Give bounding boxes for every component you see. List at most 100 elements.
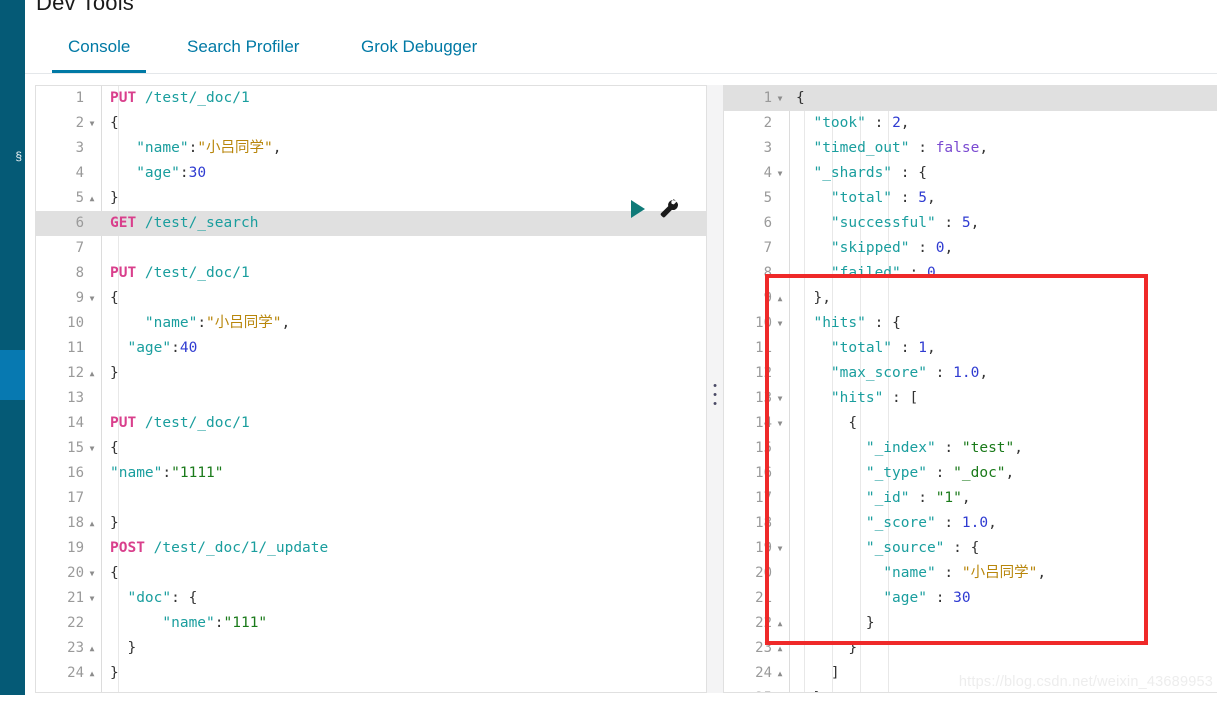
line-number: 3: [763, 140, 772, 156]
code-line[interactable]: 8 "failed" : 0: [724, 261, 1217, 286]
code-text: "hits" : [: [830, 390, 919, 406]
tab-search-profiler[interactable]: Search Profiler: [171, 22, 315, 73]
code-line[interactable]: 2 "took" : 2,: [724, 111, 1217, 136]
code-text: "total" : 1,: [830, 340, 936, 356]
fold-down-icon[interactable]: ▼: [86, 111, 98, 137]
code-line[interactable]: 19 ▼ "_source" : {: [724, 536, 1217, 561]
line-number: 16: [67, 465, 84, 481]
code-line[interactable]: 10 "name":"小吕同学",: [36, 311, 706, 336]
tab-grok-debugger[interactable]: Grok Debugger: [345, 22, 493, 73]
code-text: {: [796, 90, 805, 106]
code-text: "doc": {: [127, 590, 198, 606]
code-line[interactable]: 2 ▼ {: [36, 111, 706, 136]
play-icon[interactable]: [631, 200, 645, 218]
fold-up-icon[interactable]: ▲: [774, 611, 786, 637]
code-line[interactable]: 15 ▼ {: [36, 436, 706, 461]
code-text: "age":40: [127, 340, 198, 356]
fold-up-icon[interactable]: ▲: [86, 636, 98, 662]
code-line[interactable]: 14 ▼ {: [724, 411, 1217, 436]
fold-up-icon[interactable]: ▲: [86, 661, 98, 687]
line-number: 2: [75, 115, 84, 131]
fold-up-icon[interactable]: ▲: [774, 286, 786, 312]
code-text: "name":"小吕同学",: [144, 315, 291, 331]
fold-down-icon[interactable]: ▼: [86, 286, 98, 312]
code-line[interactable]: 8 PUT /test/_doc/1: [36, 261, 706, 286]
code-line[interactable]: 16 "name":"1111": [36, 461, 706, 486]
code-line[interactable]: 18 ▲}: [36, 511, 706, 536]
line-number: 3: [75, 140, 84, 156]
code-line[interactable]: 7 "skipped" : 0,: [724, 236, 1217, 261]
code-line[interactable]: 18 "_score" : 1.0,: [724, 511, 1217, 536]
code-text: PUT /test/_doc/1: [110, 90, 250, 106]
code-line[interactable]: 24 ▲}: [36, 661, 706, 686]
code-line[interactable]: 21 "age" : 30: [724, 586, 1217, 611]
line-number: 7: [763, 240, 772, 256]
line-number: 6: [763, 215, 772, 231]
response-code[interactable]: 1 ▼{2 "took" : 2, 3 "timed_out" : false, 4 ▼…: [724, 86, 1217, 692]
pane-splitter[interactable]: • • •: [707, 85, 723, 693]
code-line[interactable]: 22 "name":"111": [36, 611, 706, 636]
code-line[interactable]: 22 ▲ }: [724, 611, 1217, 636]
code-line[interactable]: 17 "_id" : "1",: [724, 486, 1217, 511]
code-line[interactable]: 19 POST /test/_doc/1/_update: [36, 536, 706, 561]
code-line[interactable]: 21 ▼ "doc": {: [36, 586, 706, 611]
code-line[interactable]: 12 ▲}: [36, 361, 706, 386]
fold-down-icon[interactable]: ▼: [774, 86, 786, 112]
code-line[interactable]: 11 "total" : 1,: [724, 336, 1217, 361]
code-line[interactable]: 1 PUT /test/_doc/1: [36, 86, 706, 111]
fold-down-icon[interactable]: ▼: [86, 436, 98, 462]
code-line[interactable]: 1 ▼ {: [724, 86, 1217, 111]
fold-down-icon[interactable]: ▼: [774, 311, 786, 337]
code-text: }: [110, 515, 119, 531]
code-line[interactable]: 20 "name" : "小吕同学",: [724, 561, 1217, 586]
code-line[interactable]: 9 ▲ },: [724, 286, 1217, 311]
line-number: 18: [755, 515, 772, 531]
code-line[interactable]: 16 "_type" : "_doc",: [724, 461, 1217, 486]
line-number: 22: [67, 615, 84, 631]
line-number: 15: [755, 440, 772, 456]
code-line[interactable]: 4 "age":30: [36, 161, 706, 186]
code-line[interactable]: 13 ▼ "hits" : [: [724, 386, 1217, 411]
code-text: "_score" : 1.0,: [865, 515, 997, 531]
fold-down-icon[interactable]: ▼: [86, 561, 98, 587]
fold-up-icon[interactable]: ▲: [86, 186, 98, 212]
code-line[interactable]: 4 ▼ "_shards" : {: [724, 161, 1217, 186]
tab-console[interactable]: Console: [52, 22, 147, 73]
code-line[interactable]: 14 PUT /test/_doc/1: [36, 411, 706, 436]
code-line[interactable]: 10 ▼ "hits" : {: [724, 311, 1217, 336]
fold-down-icon[interactable]: ▼: [774, 536, 786, 562]
code-line[interactable]: 23 ▲ }: [36, 636, 706, 661]
response-editor-pane[interactable]: 1 ▼{2 "took" : 2, 3 "timed_out" : false, 4 ▼…: [723, 85, 1217, 693]
code-line[interactable]: 12 "max_score" : 1.0,: [724, 361, 1217, 386]
code-line[interactable]: 3 "timed_out" : false,: [724, 136, 1217, 161]
drag-handle-icon[interactable]: • • •: [707, 381, 723, 410]
fold-down-icon[interactable]: ▼: [774, 161, 786, 187]
fold-up-icon[interactable]: ▲: [774, 636, 786, 662]
code-line[interactable]: 23 ▲ }: [724, 636, 1217, 661]
code-text: "age":30: [136, 165, 207, 181]
fold-down-icon[interactable]: ▼: [774, 411, 786, 437]
fold-up-icon[interactable]: ▲: [774, 686, 786, 692]
fold-up-icon[interactable]: ▲: [86, 361, 98, 387]
sidebar-item-active[interactable]: [0, 350, 25, 400]
request-code[interactable]: 1 PUT /test/_doc/1 2 ▼{3 "name":"小吕同学", 4 "a…: [36, 86, 706, 686]
code-line[interactable]: 20 ▼ {: [36, 561, 706, 586]
code-line[interactable]: 9 ▼ {: [36, 286, 706, 311]
fold-up-icon[interactable]: ▲: [86, 511, 98, 537]
code-line[interactable]: 5 "total" : 5,: [724, 186, 1217, 211]
tab-bar: Console Search Profiler Grok Debugger: [25, 22, 1217, 74]
code-line[interactable]: 13: [36, 386, 706, 411]
code-line[interactable]: 17: [36, 486, 706, 511]
code-line[interactable]: 6 "successful" : 5,: [724, 211, 1217, 236]
code-line[interactable]: 3 "name":"小吕同学",: [36, 136, 706, 161]
code-line[interactable]: 11 "age":40: [36, 336, 706, 361]
wrench-icon[interactable]: [657, 197, 681, 221]
fold-down-icon[interactable]: ▼: [86, 586, 98, 612]
request-editor-pane[interactable]: 1 PUT /test/_doc/1 2 ▼{3 "name":"小吕同学", 4 "a…: [35, 85, 707, 693]
code-line[interactable]: 7: [36, 236, 706, 261]
line-number: 11: [67, 340, 84, 356]
code-line[interactable]: 15 "_index" : "test",: [724, 436, 1217, 461]
fold-up-icon[interactable]: ▲: [774, 661, 786, 687]
watermark: https://blog.csdn.net/weixin_43689953: [958, 674, 1213, 690]
fold-down-icon[interactable]: ▼: [774, 386, 786, 412]
